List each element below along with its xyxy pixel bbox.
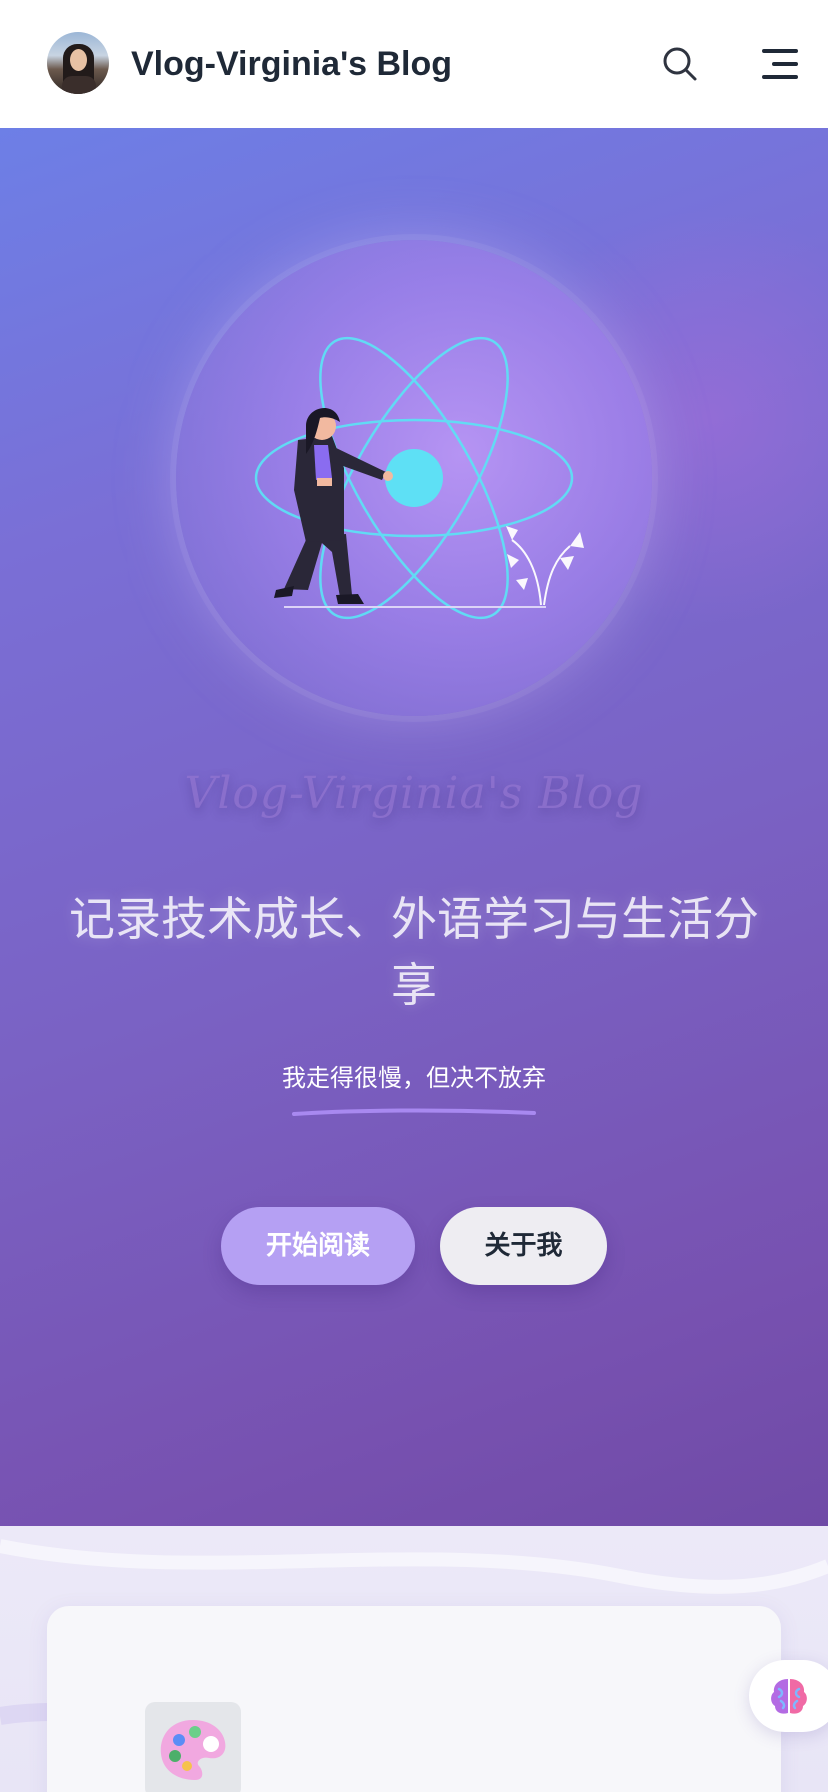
hero-illustration-circle bbox=[176, 240, 652, 716]
hero-script-title: Vlog-Virginia's Blog bbox=[184, 768, 644, 819]
content-section bbox=[0, 1526, 828, 1792]
react-atom-woman-illustration bbox=[254, 336, 584, 620]
hero-section: Vlog-Virginia's Blog 记录技术成长、外语学习与生活分享 我走… bbox=[0, 128, 828, 1528]
hero-subline: 我走得很慢，但决不放弃 bbox=[282, 1064, 546, 1092]
page: Vlog-Virginia's Blog Vlog-Virginia's Blo… bbox=[0, 0, 828, 1792]
start-reading-button[interactable]: 开始阅读 bbox=[221, 1207, 415, 1285]
hero-headline: 记录技术成长、外语学习与生活分享 bbox=[69, 892, 759, 1012]
feature-card[interactable] bbox=[47, 1606, 781, 1792]
card-icon-container bbox=[145, 1702, 241, 1792]
menu-icon bbox=[762, 49, 798, 79]
site-title[interactable]: Vlog-Virginia's Blog bbox=[131, 40, 452, 88]
avatar[interactable] bbox=[47, 32, 109, 94]
brain-icon bbox=[771, 1679, 807, 1714]
search-button[interactable] bbox=[660, 44, 700, 84]
about-me-button[interactable]: 关于我 bbox=[440, 1207, 607, 1285]
search-icon bbox=[663, 47, 697, 81]
decorative-underline bbox=[292, 1108, 536, 1116]
floating-ai-button[interactable] bbox=[749, 1660, 828, 1732]
top-header: Vlog-Virginia's Blog bbox=[0, 0, 828, 128]
palette-icon bbox=[160, 1720, 226, 1780]
menu-button[interactable] bbox=[760, 46, 800, 82]
